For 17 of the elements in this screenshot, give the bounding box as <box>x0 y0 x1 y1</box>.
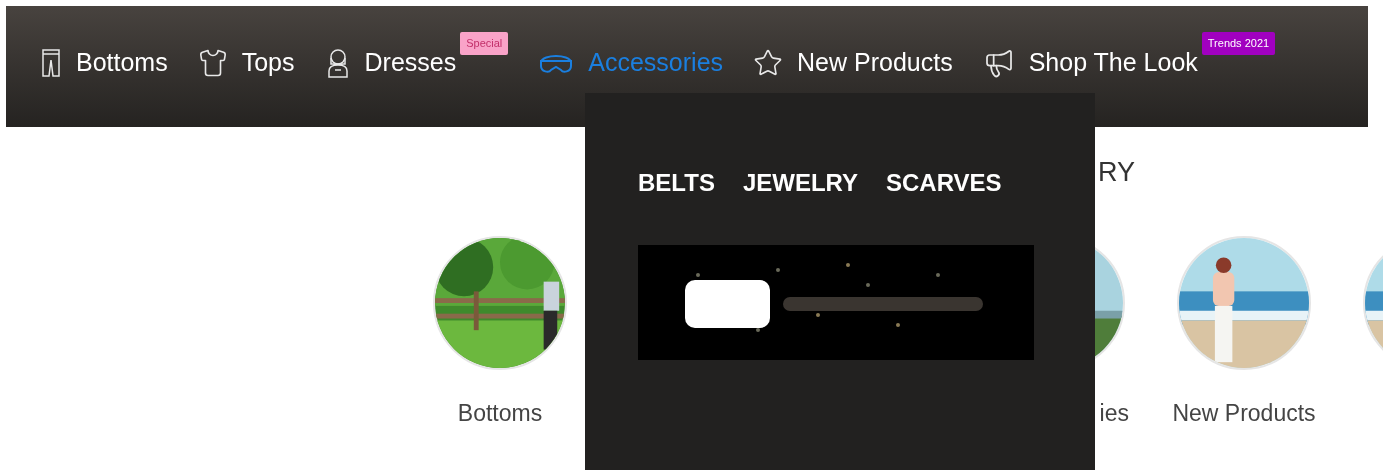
nav-link[interactable]: New Products <box>753 44 953 82</box>
shirt-icon <box>197 47 228 78</box>
category-label[interactable]: Bottoms <box>457 400 543 426</box>
nav-badge: Trends 2021 <box>1201 32 1276 55</box>
nav-link[interactable]: Dresses <box>324 44 457 82</box>
nav-badge: Special <box>460 32 509 55</box>
star-icon <box>753 47 784 78</box>
nav-link[interactable]: Bottoms <box>40 44 168 82</box>
menu-link[interactable]: JEWELRY <box>742 165 858 201</box>
nav-link[interactable]: Tops <box>197 44 295 82</box>
menu-link[interactable]: SCARVES <box>886 165 1002 201</box>
menu-link[interactable]: BELTS <box>638 165 715 201</box>
category-label[interactable]: ies <box>1099 400 1129 426</box>
category-label[interactable]: New Products <box>1172 400 1316 426</box>
section-heading: RY <box>1098 157 1136 187</box>
nav-link[interactable]: Shop The Look <box>982 44 1198 82</box>
pants-icon <box>40 47 62 78</box>
